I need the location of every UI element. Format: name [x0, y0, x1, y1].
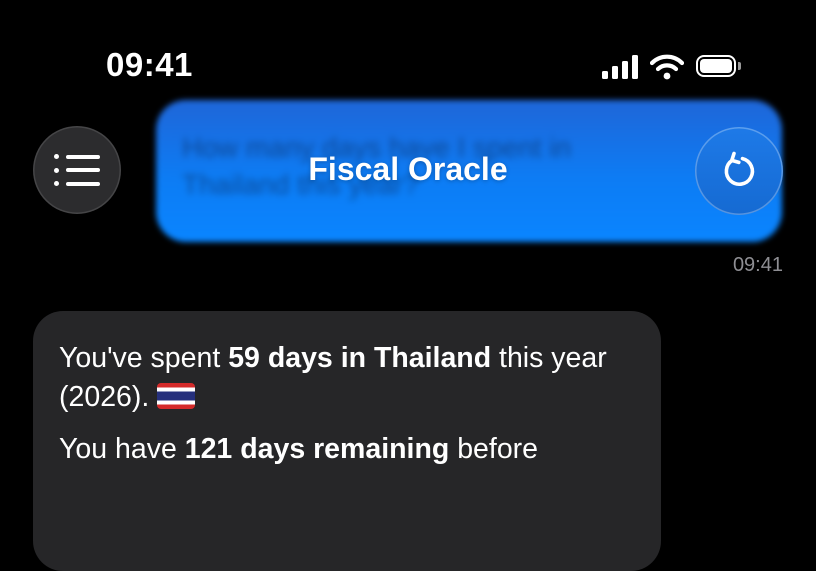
assistant-paragraph: You have 121 days remaining before [59, 430, 635, 469]
status-icons [602, 52, 742, 82]
refresh-icon [724, 151, 755, 186]
refresh-button[interactable] [695, 127, 783, 215]
bold-segment: 121 days remaining [184, 432, 450, 465]
message-timestamp: 09:41 [732, 254, 783, 276]
text-segment: before [449, 432, 539, 465]
text-segment: You have [59, 432, 185, 465]
text-segment: You've spent [59, 342, 229, 374]
wifi-icon [650, 54, 684, 80]
assistant-message-bubble: You've spent 59 days in Thailand this ye… [33, 311, 661, 571]
bold-segment: 59 days in Thailand [228, 342, 492, 374]
assistant-paragraph: You've spent 59 days in Thailand this ye… [59, 339, 635, 418]
app-title: Fiscal Oracle [308, 151, 508, 187]
cellular-signal-icon [602, 55, 638, 79]
thailand-flag-icon [157, 382, 196, 409]
battery-icon [696, 55, 742, 79]
status-time: 09:41 [106, 46, 193, 83]
